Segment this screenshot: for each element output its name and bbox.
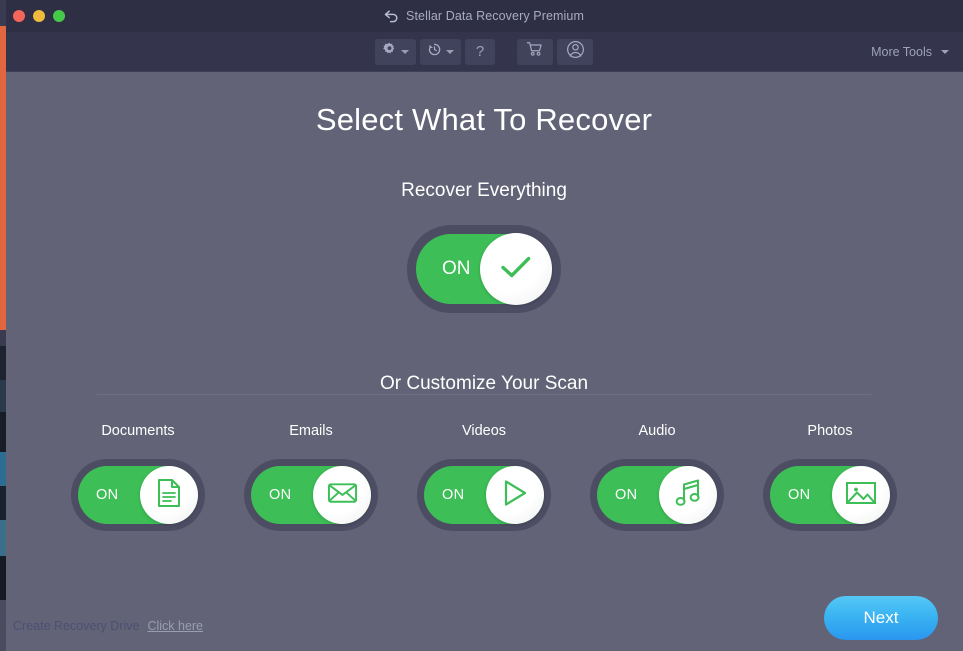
category-label-photos: Photos	[807, 423, 852, 439]
photos-toggle-knob	[832, 466, 890, 524]
title-bar-center: Stellar Data Recovery Premium	[5, 0, 963, 32]
chevron-down-icon	[401, 50, 409, 54]
category-toggle-row: Documents ON	[5, 395, 963, 531]
documents-toggle[interactable]: ON	[71, 459, 205, 531]
back-arrow-icon[interactable]	[384, 10, 399, 23]
page-title: Select What To Recover	[5, 72, 963, 138]
cart-button[interactable]	[517, 39, 553, 65]
toolbar-group-account	[517, 39, 593, 65]
document-icon	[155, 478, 183, 513]
section-divider	[97, 394, 871, 395]
create-recovery-drive-link[interactable]: Click here	[147, 619, 203, 633]
category-label-videos: Videos	[462, 423, 506, 439]
category-label-audio: Audio	[638, 423, 675, 439]
videos-toggle-knob	[486, 466, 544, 524]
minimize-window-button[interactable]	[33, 10, 45, 22]
maximize-window-button[interactable]	[53, 10, 65, 22]
emails-toggle-state-label: ON	[269, 487, 291, 503]
close-window-button[interactable]	[13, 10, 25, 22]
next-button[interactable]: Next	[824, 596, 938, 640]
main-content: Select What To Recover Recover Everythin…	[5, 72, 963, 651]
create-recovery-drive-label: Create Recovery Drive	[13, 619, 139, 633]
toolbar-button-groups: ?	[375, 39, 593, 65]
photos-toggle-state-label: ON	[788, 487, 810, 503]
checkmark-icon	[499, 253, 533, 286]
category-videos: Videos ON	[399, 423, 569, 531]
category-audio: Audio ON	[572, 423, 742, 531]
shopping-cart-icon	[526, 41, 544, 62]
category-photos: Photos ON	[745, 423, 915, 531]
play-triangle-icon	[501, 478, 529, 513]
toolbar: ?	[5, 32, 963, 72]
emails-toggle-knob	[313, 466, 371, 524]
chevron-down-icon	[446, 50, 454, 54]
window-controls	[13, 0, 65, 32]
master-toggle-knob	[480, 233, 552, 305]
history-button[interactable]	[420, 39, 461, 65]
emails-toggle[interactable]: ON	[244, 459, 378, 531]
help-button[interactable]: ?	[465, 39, 495, 65]
audio-toggle[interactable]: ON	[590, 459, 724, 531]
envelope-icon	[327, 481, 358, 510]
music-note-icon	[674, 478, 702, 513]
more-tools-menu[interactable]: More Tools	[871, 32, 949, 72]
master-toggle-wrapper: ON	[5, 202, 963, 313]
recover-everything-toggle[interactable]: ON	[407, 225, 561, 313]
title-bar: Stellar Data Recovery Premium	[5, 0, 963, 32]
app-window: Stellar Data Recovery Premium	[5, 0, 963, 651]
category-documents: Documents ON	[53, 423, 223, 531]
videos-toggle-state-label: ON	[442, 487, 464, 503]
category-emails: Emails ON	[226, 423, 396, 531]
more-tools-label: More Tools	[871, 45, 932, 59]
background-window-strip	[0, 0, 6, 651]
toolbar-group-primary: ?	[375, 39, 495, 65]
account-button[interactable]	[557, 39, 593, 65]
question-mark-icon: ?	[476, 44, 484, 59]
gear-icon	[382, 42, 397, 62]
customize-scan-label: Or Customize Your Scan	[5, 313, 963, 395]
clock-rewind-icon	[427, 42, 442, 62]
photos-toggle[interactable]: ON	[763, 459, 897, 531]
image-icon	[845, 480, 877, 511]
chevron-down-icon	[941, 50, 949, 54]
videos-toggle[interactable]: ON	[417, 459, 551, 531]
settings-button[interactable]	[375, 39, 416, 65]
audio-toggle-state-label: ON	[615, 487, 637, 503]
documents-toggle-state-label: ON	[96, 487, 118, 503]
master-toggle-state-label: ON	[442, 258, 471, 280]
category-label-emails: Emails	[289, 423, 333, 439]
recover-everything-label: Recover Everything	[5, 138, 963, 202]
user-account-icon	[566, 40, 585, 64]
footer-left: Create Recovery Drive Click here	[13, 619, 203, 633]
category-label-documents: Documents	[101, 423, 174, 439]
documents-toggle-knob	[140, 466, 198, 524]
window-title: Stellar Data Recovery Premium	[406, 9, 584, 23]
audio-toggle-knob	[659, 466, 717, 524]
